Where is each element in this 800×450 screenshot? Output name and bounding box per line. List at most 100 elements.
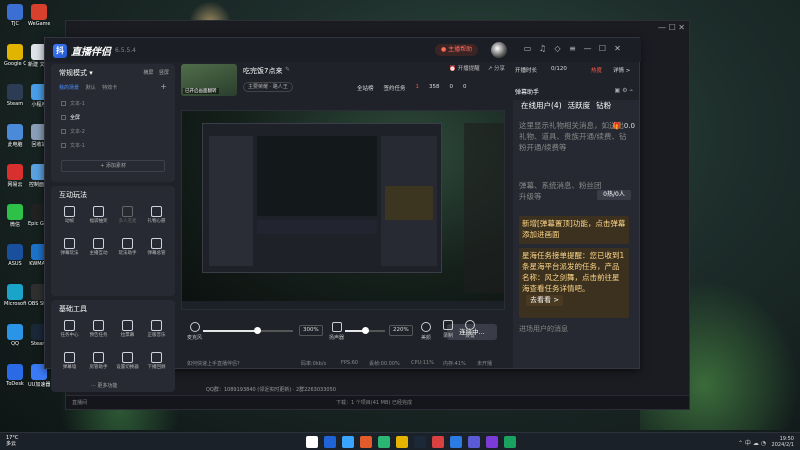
desktop-icon[interactable]: 网易云	[4, 164, 26, 188]
mic-volume-slider[interactable]	[203, 327, 293, 334]
help-link[interactable]: 如何快速上手直播伴侣?	[187, 360, 240, 367]
star-task-tip[interactable]: 星海任务接单提醒：您已收到1条星海平台派发的任务，产品名称：风之剑舞，点击前往星…	[519, 248, 629, 318]
task-button[interactable]: 任务中心	[55, 318, 84, 346]
desktop-icon[interactable]: Google Chrome	[4, 44, 26, 67]
portrait-link[interactable]: 竖屏	[159, 70, 169, 76]
desktop-icon[interactable]: Microsoft Edge	[4, 284, 26, 307]
taskbar-app-icon[interactable]	[468, 436, 480, 448]
headset-icon[interactable]: ♫	[538, 44, 547, 54]
desktop-icon[interactable]: TJC	[4, 4, 26, 27]
maximize-icon[interactable]: ☐	[598, 44, 607, 54]
danmu-game-button[interactable]: 弹幕玩法	[55, 236, 84, 264]
pin-danmu-tip[interactable]: 新增[弹幕置顶]功能，点击弹幕添加进画面	[519, 216, 629, 244]
desktop-icon[interactable]: ASUS	[4, 244, 26, 267]
admin-button[interactable]: 弹幕总管	[142, 236, 171, 264]
helper-button[interactable]: 玩法助手	[113, 236, 142, 264]
minimize-icon[interactable]: —	[583, 44, 592, 54]
landscape-link[interactable]: 横屏	[143, 70, 153, 76]
tab-activity[interactable]: 活跃度	[568, 100, 591, 111]
taskbar-app-icon[interactable]	[414, 436, 426, 448]
add-scene-icon[interactable]: +	[160, 82, 167, 91]
mic-slider-knob[interactable]	[254, 327, 261, 334]
vote-button[interactable]: 拉票幕	[113, 318, 142, 346]
taskbar-app-icon[interactable]	[432, 436, 444, 448]
taskbar-app-icon[interactable]	[504, 436, 516, 448]
desktop-icon[interactable]: ToDesk	[4, 364, 26, 387]
room-cover[interactable]: 已开启画面翻转	[181, 64, 237, 96]
tab-my-scene[interactable]: 我的场景	[59, 85, 79, 91]
pk-button[interactable]: 主播互动	[84, 236, 113, 264]
clock[interactable]: 19:50 2024/2/1	[772, 436, 794, 448]
taskbar-app-icon[interactable]	[486, 436, 498, 448]
rank-bar[interactable]: 开播时长 0/120 热度 详情 >	[513, 62, 639, 76]
download-button[interactable]: 正版音乐	[142, 318, 171, 346]
room-meta-item[interactable]: 签约任务	[384, 84, 406, 92]
mic-button[interactable]: 麦克风	[187, 322, 202, 341]
share-link[interactable]: ↗ 分享	[488, 64, 505, 72]
speaker-slider-knob[interactable]	[362, 327, 369, 334]
source-item[interactable]: 文本-2	[61, 124, 169, 138]
desktop-icon[interactable]: 此电脑	[4, 124, 26, 148]
danmu-wall-button[interactable]: 弹幕墙	[55, 350, 84, 378]
tab-diamond-fans[interactable]: 钻粉	[596, 100, 611, 111]
taskbar-app-icon[interactable]	[360, 436, 372, 448]
desktop-icon[interactable]: QQ	[4, 324, 26, 347]
room-meta-item[interactable]: 0	[450, 84, 454, 92]
taskbar-app-icon[interactable]	[306, 436, 318, 448]
speaker-volume-slider[interactable]	[345, 327, 385, 334]
multi-link-button[interactable]: 多人连麦	[113, 204, 142, 232]
source-checkbox[interactable]	[61, 100, 66, 106]
tab-online-users[interactable]: 在线用户(4)	[521, 100, 562, 111]
room-category[interactable]: 主要荣耀 · 路人王	[243, 82, 293, 92]
source-checkbox[interactable]	[61, 142, 66, 148]
source-item[interactable]: 全屏	[61, 110, 169, 124]
avatar[interactable]	[491, 42, 507, 58]
mic-volume-percent[interactable]: 300%	[299, 325, 323, 336]
lucky-bag-button[interactable]: 福袋抽奖	[84, 204, 113, 232]
close-icon[interactable]: ✕	[613, 44, 622, 54]
source-checkbox[interactable]	[61, 128, 66, 134]
room-meta-item[interactable]: 358	[429, 84, 440, 92]
beauty-button[interactable]: 美颜	[421, 322, 431, 341]
add-material-button[interactable]: + 添加素材	[61, 160, 165, 172]
title-bar[interactable]: 抖 直播伴侣 6.5.5.4 ● 主播帮助 ▭ ♫ ◇ ≡ — ☐ ✕	[45, 38, 641, 62]
go-check-button[interactable]: 去看看 >	[526, 295, 564, 306]
tab-effect[interactable]: 特效卡	[102, 85, 117, 91]
detail-link[interactable]: 详情 >	[613, 66, 630, 74]
stream-preview[interactable]	[181, 110, 505, 310]
weather-widget[interactable]: 17°C 多云	[6, 435, 18, 447]
review-button[interactable]: 下播回顾	[142, 350, 171, 378]
gift-icon[interactable]: ◇	[553, 44, 562, 54]
source-item[interactable]: 文本-1	[61, 138, 169, 152]
speaker-button[interactable]: 扬声器	[329, 322, 344, 341]
desktop-icon[interactable]: WeGame	[28, 4, 50, 27]
desktop-icon[interactable]: 微信	[4, 204, 26, 228]
live-reminder-link[interactable]: ⏰ 开播提醒	[449, 64, 480, 72]
taskbar-app-icon[interactable]	[396, 436, 408, 448]
source-checkbox[interactable]	[61, 114, 66, 120]
edit-icon[interactable]: ✎	[285, 66, 290, 73]
taskbar-app-icon[interactable]	[342, 436, 354, 448]
tray-icons[interactable]: ⌃ 中 ☁ ◔	[738, 438, 766, 447]
room-meta-item[interactable]: 1	[416, 84, 420, 92]
taskbar-app-icon[interactable]	[378, 436, 390, 448]
settings-button[interactable]: 设置	[465, 320, 475, 339]
room-meta-item[interactable]: 0	[463, 84, 467, 92]
switch-button[interactable]: 设置切换器	[113, 350, 142, 378]
menu-icon[interactable]: ≡	[568, 44, 577, 54]
source-item[interactable]: 文本-1	[61, 96, 169, 110]
room-meta-item[interactable]: 全站榜	[357, 84, 374, 92]
tab-default[interactable]: 默认	[86, 85, 96, 91]
danmu-header-icons[interactable]: ▣ ⚙ ⌁	[615, 87, 633, 94]
window-controls[interactable]: — ☐ ✕	[658, 23, 685, 32]
mode-selector[interactable]: 常规模式 ▾	[59, 68, 93, 78]
desktop-icon[interactable]: Steam	[4, 84, 26, 107]
anchor-help-button[interactable]: ● 主播帮助	[435, 44, 479, 56]
frame-button[interactable]: 动帧	[55, 204, 84, 232]
taskbar-app-icon[interactable]	[450, 436, 462, 448]
record-button[interactable]: 录制	[443, 320, 453, 339]
ad-button[interactable]: 预告任务	[84, 318, 113, 346]
gift-wish-button[interactable]: 礼物心愿	[142, 204, 171, 232]
speaker-volume-percent[interactable]: 220%	[389, 325, 413, 336]
admin-helper-button[interactable]: 房管助手	[84, 350, 113, 378]
